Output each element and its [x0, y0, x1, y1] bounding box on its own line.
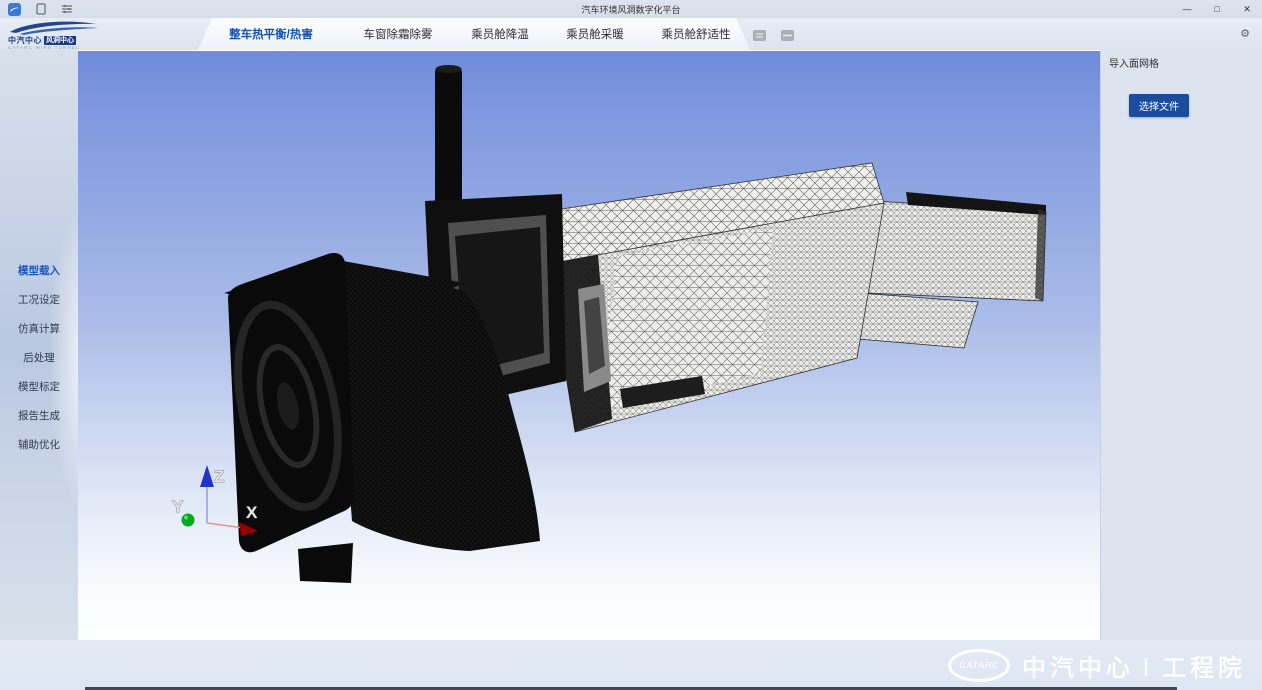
y-axis-label: Y	[172, 497, 184, 516]
tab-thermal-balance[interactable]: 整车热平衡/热害	[198, 18, 344, 50]
copy-icon[interactable]	[36, 3, 46, 15]
car-swoosh-icon	[6, 18, 106, 36]
tab-bar: 整车热平衡/热害 车窗除霜除雾 乘员舱降温 乘员舱采暖 乘员舱舒适性	[198, 18, 750, 50]
sidebar-item-report-generation[interactable]: 报告生成	[0, 402, 78, 431]
catarc-logo: CATARC	[948, 649, 1010, 682]
z-axis-label: Z	[214, 467, 224, 486]
footer: CATARC 中汽中心∣工程院	[0, 640, 1262, 690]
menu-icon[interactable]	[61, 4, 73, 14]
sidebar-item-auxiliary-optimization[interactable]: 辅助优化	[0, 431, 78, 460]
window-title: 汽车环境风洞数字化平台	[0, 3, 1262, 16]
layout-toggle-icon-2[interactable]	[781, 28, 794, 46]
minimize-button[interactable]: —	[1172, 0, 1202, 18]
app-icon[interactable]	[8, 3, 21, 16]
mesh-model: Z X Y	[78, 51, 1100, 641]
choose-file-button[interactable]: 选择文件	[1129, 94, 1189, 117]
tab-cabin-comfort[interactable]: 乘员舱舒适性	[642, 18, 750, 50]
sidebar: 模型载入 工况设定 仿真计算 后处理 模型标定 报告生成 辅助优化	[0, 50, 78, 640]
maximize-button[interactable]: □	[1202, 0, 1232, 18]
app-window: 汽车环境风洞数字化平台 — □ ✕ 中汽中心 风洞中心 CATARC WIND …	[0, 0, 1262, 690]
layout-toggle-icon-1[interactable]	[753, 28, 766, 46]
logo-subtext: CATARC WIND TUNNEL	[8, 45, 80, 50]
tab-cabin-heating[interactable]: 乘员舱采暖	[548, 18, 642, 50]
y-axis-ball	[182, 514, 195, 527]
viewport-3d[interactable]: Z X Y	[78, 50, 1100, 640]
close-button[interactable]: ✕	[1232, 0, 1262, 18]
titlebar: 汽车环境风洞数字化平台 — □ ✕	[0, 0, 1262, 18]
brand-logo: 中汽中心 风洞中心 CATARC WIND TUNNEL	[6, 18, 114, 50]
z-axis-arrow	[200, 465, 214, 487]
x-axis-label: X	[246, 503, 258, 522]
import-panel: 导入面网格 选择文件	[1100, 50, 1262, 640]
sidebar-item-model-calibration[interactable]: 模型标定	[0, 373, 78, 402]
sidebar-item-working-condition[interactable]: 工况设定	[0, 286, 78, 315]
sidebar-item-simulation[interactable]: 仿真计算	[0, 315, 78, 344]
sidebar-item-postprocess[interactable]: 后处理	[0, 344, 78, 373]
tab-cabin-cooling[interactable]: 乘员舱降温	[452, 18, 548, 50]
logo-badge-text: 风洞中心	[44, 36, 76, 45]
settings-gear-icon[interactable]: ⚙	[1240, 27, 1250, 40]
footer-brand-text: 中汽中心∣工程院	[1022, 648, 1246, 683]
header: 中汽中心 风洞中心 CATARC WIND TUNNEL 整车热平衡/热害 车窗…	[0, 18, 1262, 50]
import-panel-title: 导入面网格	[1109, 55, 1159, 70]
sidebar-item-model-load[interactable]: 模型载入	[0, 257, 78, 286]
tab-defrost-defog[interactable]: 车窗除霜除雾	[344, 18, 452, 50]
